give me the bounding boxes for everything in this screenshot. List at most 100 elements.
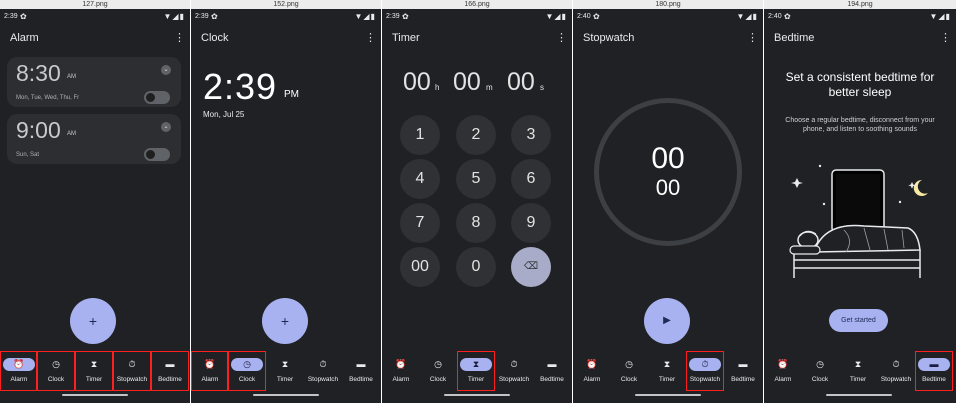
bottom-nav: ⏰ Alarm ◷ Clock ⧗ Timer ⏱ Stopwatch ▬ Be…: [764, 350, 956, 391]
bed-icon: ▬: [547, 359, 557, 369]
backspace-icon[interactable]: ⌫: [511, 247, 551, 287]
nav-item-timer[interactable]: ⧗ Timer: [648, 350, 686, 390]
file-label: 166.png: [382, 0, 572, 9]
nav-label: Bedtime: [540, 376, 564, 383]
stopwatch-icon: ⏱: [510, 359, 518, 369]
highlight-box: [457, 351, 495, 391]
key-00[interactable]: 00: [400, 247, 440, 287]
screen-bedtime: 194.png 2:40 ✿ ▼◢▮ Bedtime ⋮ Set a consi…: [764, 0, 956, 403]
file-label: 152.png: [191, 0, 381, 9]
key-8[interactable]: 8: [456, 203, 496, 243]
chevron-down-icon[interactable]: ⌄: [161, 65, 171, 75]
alarm-card[interactable]: 8:30 AM Mon, Tue, Wed, Thu, Fr ⌄: [7, 57, 181, 107]
status-bar: 2:40 ✿ ▼◢▮: [764, 10, 956, 24]
nav-item-bedtime[interactable]: ▬ Bedtime: [724, 350, 762, 390]
highlight-box: [915, 351, 953, 391]
get-started-button[interactable]: Get started: [829, 309, 888, 332]
nav-item-bedtime[interactable]: ▬ Bedtime: [533, 350, 571, 390]
more-options-icon[interactable]: ⋮: [940, 31, 951, 44]
toggle-knob: [146, 150, 155, 159]
nav-label: Alarm: [774, 376, 792, 383]
play-icon: ▶: [663, 315, 671, 326]
home-indicator[interactable]: [444, 394, 510, 396]
home-indicator[interactable]: [635, 394, 701, 396]
star-dot: [818, 164, 822, 168]
nav-label: Bedtime: [731, 376, 755, 383]
nav-item-alarm[interactable]: ⏰ Alarm: [573, 350, 611, 390]
nav-item-alarm[interactable]: ⏰ Alarm: [764, 350, 802, 390]
nav-item-stopwatch[interactable]: ⏱ Stopwatch: [877, 350, 915, 390]
alarm-card[interactable]: 9:00 AM Sun, Sat ⌄: [7, 114, 181, 164]
alarm-ampm: AM: [67, 74, 76, 80]
add-city-button[interactable]: +: [262, 298, 308, 344]
nav-item-clock[interactable]: ◷ Clock: [419, 350, 457, 390]
alarm-icon: ⏰: [586, 359, 598, 369]
highlight-box: [191, 351, 228, 391]
gear-icon: ✿: [20, 12, 27, 21]
toggle-knob: [146, 93, 155, 102]
highlight-box: [228, 351, 266, 391]
stopwatch-seconds: 00: [655, 175, 681, 200]
nav-label: Timer: [276, 376, 294, 383]
status-time: 2:39: [195, 13, 209, 20]
status-bar: 2:40 ✿ ▼◢▮: [573, 10, 763, 24]
alarm-time[interactable]: 8:30: [16, 60, 61, 87]
more-options-icon[interactable]: ⋮: [747, 31, 758, 44]
more-options-icon[interactable]: ⋮: [556, 31, 567, 44]
moon-icon: [913, 179, 928, 196]
hourglass-icon: ⧗: [854, 359, 862, 369]
screen-stopwatch: 180.png 2:40 ✿ ▼◢▮ Stopwatch ⋮ 00 00 ▶ ⏰…: [573, 0, 763, 403]
highlight-box: [686, 351, 724, 391]
nav-item-timer[interactable]: ⧗ Timer: [266, 350, 304, 390]
key-9[interactable]: 9: [511, 203, 551, 243]
nav-item-stopwatch[interactable]: ⏱ Stopwatch: [304, 350, 342, 390]
nav-item-stopwatch[interactable]: ⏱ Stopwatch: [495, 350, 533, 390]
home-indicator[interactable]: [62, 394, 128, 396]
add-alarm-button[interactable]: +: [70, 298, 116, 344]
signal-icon: ▼◢▮: [545, 12, 567, 21]
alarm-time[interactable]: 9:00: [16, 117, 61, 144]
key-1[interactable]: 1: [400, 115, 440, 155]
chevron-down-icon[interactable]: ⌄: [161, 122, 171, 132]
stopwatch-icon: ⏱: [892, 359, 900, 369]
page-title: Bedtime: [774, 32, 815, 44]
nav-label: Clock: [429, 376, 447, 383]
alarm-days: Sun, Sat: [16, 152, 40, 158]
signal-icon: ▼◢▮: [354, 12, 376, 21]
file-label: 194.png: [764, 0, 956, 9]
nav-item-timer[interactable]: ⧗ Timer: [839, 350, 877, 390]
bed-icon: ▬: [356, 359, 366, 369]
home-indicator[interactable]: [826, 394, 892, 396]
nav-item-clock[interactable]: ◷ Clock: [801, 350, 839, 390]
more-options-icon[interactable]: ⋮: [365, 31, 376, 44]
play-button[interactable]: ▶: [644, 298, 690, 344]
nav-item-bedtime[interactable]: ▬ Bedtime: [342, 350, 380, 390]
nav-item-clock[interactable]: ◷ Clock: [610, 350, 648, 390]
key-2[interactable]: 2: [456, 115, 496, 155]
home-indicator[interactable]: [253, 394, 319, 396]
key-3[interactable]: 3: [511, 115, 551, 155]
bottom-nav: ⏰ Alarm ◷ Clock ⧗ Timer ⏱ Stopwatch ▬ Be…: [191, 350, 381, 391]
key-4[interactable]: 4: [400, 159, 440, 199]
status-bar: 2:39 ✿ ▼◢▮: [382, 10, 572, 24]
timer-hours: 00: [403, 68, 431, 96]
key-0[interactable]: 0: [456, 247, 496, 287]
gear-icon: ✿: [211, 12, 218, 21]
more-options-icon[interactable]: ⋮: [174, 31, 185, 44]
alarm-toggle[interactable]: [144, 91, 170, 104]
signal-icon: ▼◢▮: [163, 12, 185, 21]
clock-icon: ◷: [625, 359, 633, 369]
bottom-nav: ⏰ Alarm ◷ Clock ⧗ Timer ⏱ Stopwatch ▬ Be…: [573, 350, 763, 391]
key-5[interactable]: 5: [456, 159, 496, 199]
page-title: Clock: [201, 32, 229, 44]
nav-label: Alarm: [583, 376, 601, 383]
clock-icon: ◷: [816, 359, 824, 369]
key-7[interactable]: 7: [400, 203, 440, 243]
highlight-box: [37, 351, 75, 391]
nav-item-alarm[interactable]: ⏰ Alarm: [382, 350, 420, 390]
timer-seconds: 00: [507, 68, 535, 96]
status-time: 2:40: [577, 13, 591, 20]
status-time: 2:39: [386, 13, 400, 20]
key-6[interactable]: 6: [511, 159, 551, 199]
alarm-toggle[interactable]: [144, 148, 170, 161]
